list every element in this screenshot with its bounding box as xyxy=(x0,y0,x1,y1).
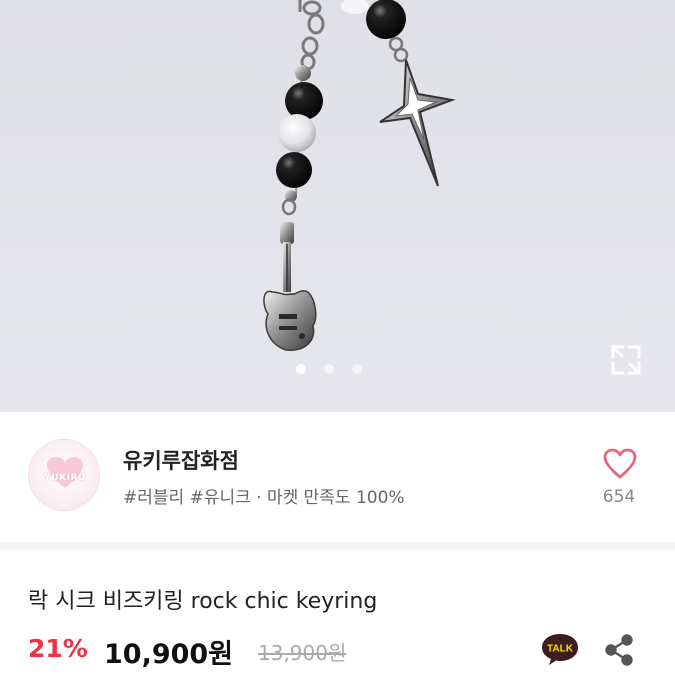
carousel-dot[interactable] xyxy=(324,364,334,374)
shop-info[interactable]: YUKIRU 유키루잡화점 #러블리 #유니크 · 마켓 만족도 100% 65… xyxy=(0,412,675,542)
black-bead xyxy=(366,0,406,39)
shop-logo-text: YUKIRU xyxy=(44,473,86,483)
section-divider xyxy=(0,542,675,550)
pearl-bead xyxy=(278,114,316,152)
like-count: 654 xyxy=(602,487,636,507)
kakao-talk-icon[interactable]: TALK xyxy=(540,632,580,666)
chain-links xyxy=(298,0,325,71)
carousel-indicator xyxy=(296,364,362,374)
spacer-bead xyxy=(295,65,311,81)
original-price: 13,900원 xyxy=(258,641,347,665)
keyring-photo xyxy=(263,0,456,351)
discount-rate: 21% xyxy=(28,634,88,663)
guitar-charm xyxy=(263,222,317,351)
expand-icon[interactable] xyxy=(606,340,646,380)
heart-outline-icon[interactable] xyxy=(603,448,637,480)
carousel-dot[interactable] xyxy=(352,364,362,374)
sale-price: 10,900원 xyxy=(104,639,234,670)
carousel-dot[interactable] xyxy=(296,364,306,374)
talk-label: TALK xyxy=(547,644,574,655)
shop-tags: #러블리 #유니크 · 마켓 만족도 100% xyxy=(123,488,405,508)
shop-avatar[interactable]: YUKIRU xyxy=(28,439,100,511)
shop-name[interactable]: 유키루잡화점 xyxy=(123,445,239,475)
black-bead xyxy=(285,82,323,120)
black-bead xyxy=(276,152,312,188)
share-icon[interactable] xyxy=(604,634,634,666)
pendant-right xyxy=(341,0,456,187)
product-image[interactable] xyxy=(0,0,675,412)
product-title: 락 시크 비즈키링 rock chic keyring xyxy=(28,589,378,614)
